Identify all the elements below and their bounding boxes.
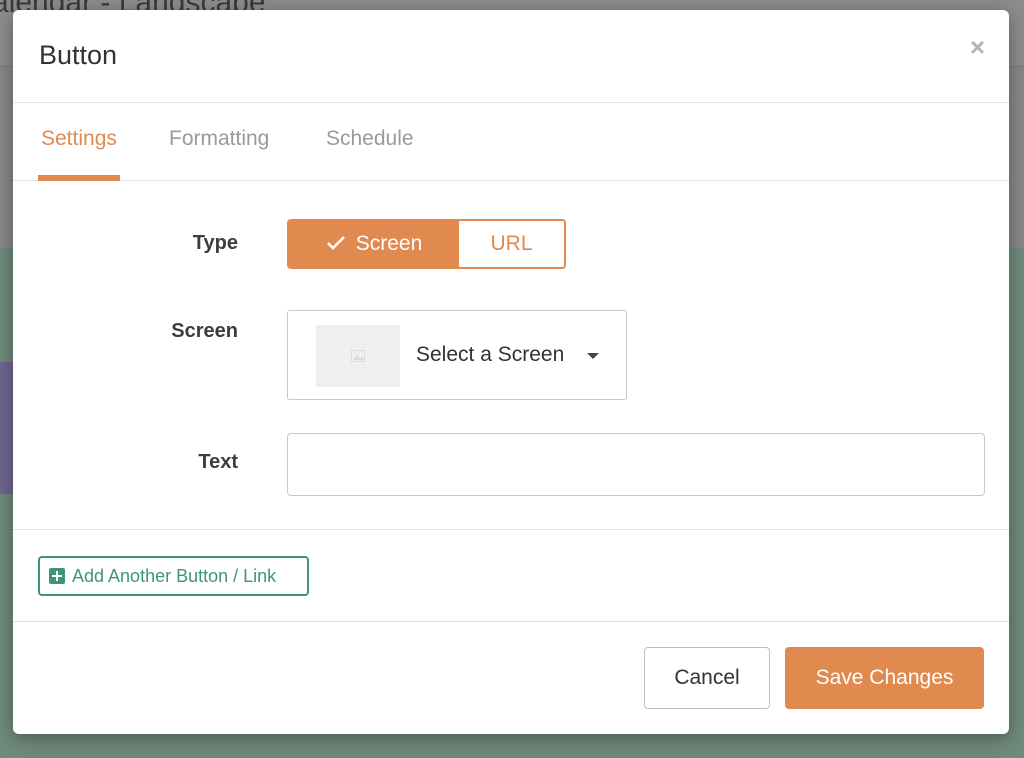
text-label: Text	[198, 451, 238, 473]
add-another-button[interactable]: Add Another Button / Link	[38, 556, 309, 596]
modal-header: Button ×	[13, 10, 1009, 103]
modal-tabs: Settings Formatting Schedule	[13, 103, 1009, 181]
screen-select[interactable]: Select a Screen	[287, 310, 627, 400]
modal-title: Button	[39, 40, 118, 70]
close-icon[interactable]: ×	[970, 34, 985, 60]
add-another-button-label: Add Another Button / Link	[72, 565, 277, 586]
screen-select-text: Select a Screen	[416, 343, 565, 366]
save-changes-button[interactable]: Save Changes	[785, 647, 984, 709]
text-input[interactable]	[287, 433, 985, 496]
screen-label: Screen	[171, 320, 238, 342]
divider	[13, 529, 1009, 530]
tab-formatting[interactable]: Formatting	[169, 127, 269, 181]
button-modal: Button × Settings Formatting Schedule Ty…	[13, 10, 1009, 734]
tab-settings[interactable]: Settings	[38, 127, 120, 181]
type-option-screen[interactable]: Screen	[289, 221, 459, 267]
type-option-url[interactable]: URL	[459, 221, 564, 267]
background-widget	[0, 362, 14, 494]
check-icon	[326, 231, 346, 257]
footer-divider	[13, 621, 1009, 622]
type-toggle: Screen URL	[287, 219, 566, 269]
image-placeholder-icon	[316, 325, 400, 387]
cancel-button[interactable]: Cancel	[644, 647, 770, 709]
type-label: Type	[192, 232, 238, 254]
plus-square-icon	[49, 568, 65, 584]
tab-schedule[interactable]: Schedule	[326, 127, 414, 181]
caret-down-icon	[587, 353, 599, 359]
type-option-screen-label: Screen	[355, 232, 423, 255]
